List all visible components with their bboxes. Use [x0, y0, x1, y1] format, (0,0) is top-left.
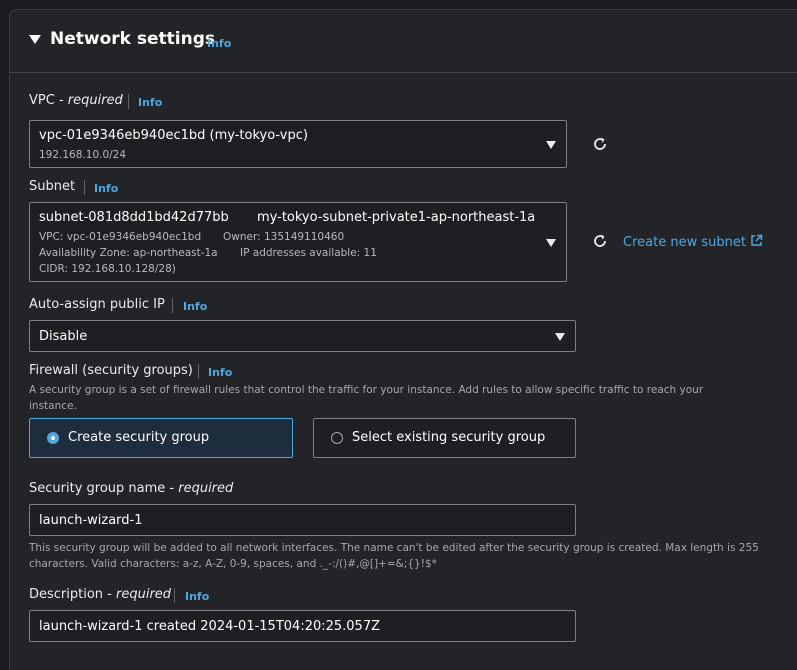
caret-down-icon[interactable] [29, 35, 41, 44]
divider [84, 180, 85, 195]
info-link-subnet[interactable]: Info [94, 182, 118, 195]
subnet-owner: Owner: 135149110460 [223, 231, 345, 243]
sg-name-label-text: Security group name - [29, 481, 179, 496]
public-ip-label: Auto-assign public IP [29, 297, 165, 312]
sg-name-value: launch-wizard-1 [39, 513, 143, 528]
dropdown-arrow-icon [546, 239, 556, 247]
vpc-label-text: VPC - [29, 93, 68, 108]
select-existing-security-group-option[interactable]: Select existing security group [313, 418, 576, 458]
section-header[interactable]: Network settings Info [10, 10, 797, 73]
refresh-icon[interactable] [592, 136, 608, 152]
select-existing-security-group-label: Select existing security group [352, 430, 546, 445]
divider [174, 588, 175, 603]
firewall-description: A security group is a set of firewall ru… [29, 384, 704, 412]
radio-unselected-icon[interactable] [331, 432, 343, 444]
vpc-cidr: 192.168.10.0/24 [39, 149, 127, 161]
subnet-az: Availability Zone: ap-northeast-1a [39, 247, 218, 259]
subnet-label: Subnet [29, 179, 76, 194]
create-new-subnet-label: Create new subnet [623, 235, 746, 250]
subnet-ips: IP addresses available: 11 [240, 247, 377, 259]
info-link-public-ip[interactable]: Info [183, 300, 207, 313]
description-label: Description - required [29, 587, 171, 602]
public-ip-select[interactable]: Disable [29, 320, 576, 352]
description-input[interactable]: launch-wizard-1 created 2024-01-15T04:20… [29, 610, 576, 642]
refresh-icon[interactable] [592, 233, 608, 249]
radio-selected-icon[interactable] [47, 432, 59, 444]
info-link-vpc[interactable]: Info [138, 96, 162, 109]
sg-name-label: Security group name - required [29, 481, 233, 496]
create-new-subnet-link[interactable]: Create new subnet [623, 234, 763, 250]
subnet-vpc: VPC: vpc-01e9346eb940ec1bd [39, 231, 202, 243]
sg-name-help: This security group will be added to all… [29, 542, 759, 570]
dropdown-arrow-icon [546, 141, 556, 149]
public-ip-value: Disable [39, 329, 88, 344]
description-required-text: required [116, 587, 172, 602]
description-value: launch-wizard-1 created 2024-01-15T04:20… [39, 619, 381, 634]
subnet-cidr: CIDR: 192.168.10.128/28) [39, 263, 176, 275]
vpc-required-text: required [67, 93, 123, 108]
info-link-firewall[interactable]: Info [208, 366, 232, 379]
network-settings-panel: Network settings Info VPC - required Inf… [9, 9, 797, 670]
subnet-id: subnet-081d8dd1bd42d77bb [39, 210, 229, 225]
info-link-network[interactable]: Info [207, 37, 231, 50]
vpc-label: VPC - required [29, 93, 123, 108]
vpc-select-value: vpc-01e9346eb940ec1bd (my-tokyo-vpc) [39, 128, 308, 143]
info-link-description[interactable]: Info [185, 590, 209, 603]
create-security-group-option[interactable]: Create security group [29, 418, 293, 458]
sg-name-input[interactable]: launch-wizard-1 [29, 504, 576, 536]
dropdown-arrow-icon [555, 333, 565, 341]
divider [172, 298, 173, 313]
divider [128, 94, 129, 109]
description-label-text: Description - [29, 587, 116, 602]
sg-name-required-text: required [178, 481, 234, 496]
subnet-name: my-tokyo-subnet-private1-ap-northeast-1a [257, 210, 536, 225]
vpc-select[interactable]: vpc-01e9346eb940ec1bd (my-tokyo-vpc) 192… [29, 120, 567, 168]
external-link-icon [751, 234, 763, 246]
section-title: Network settings [50, 29, 215, 49]
subnet-select[interactable]: subnet-081d8dd1bd42d77bb my-tokyo-subnet… [29, 202, 567, 282]
divider [198, 364, 199, 379]
create-security-group-label: Create security group [68, 430, 210, 445]
firewall-label: Firewall (security groups) [29, 363, 193, 378]
